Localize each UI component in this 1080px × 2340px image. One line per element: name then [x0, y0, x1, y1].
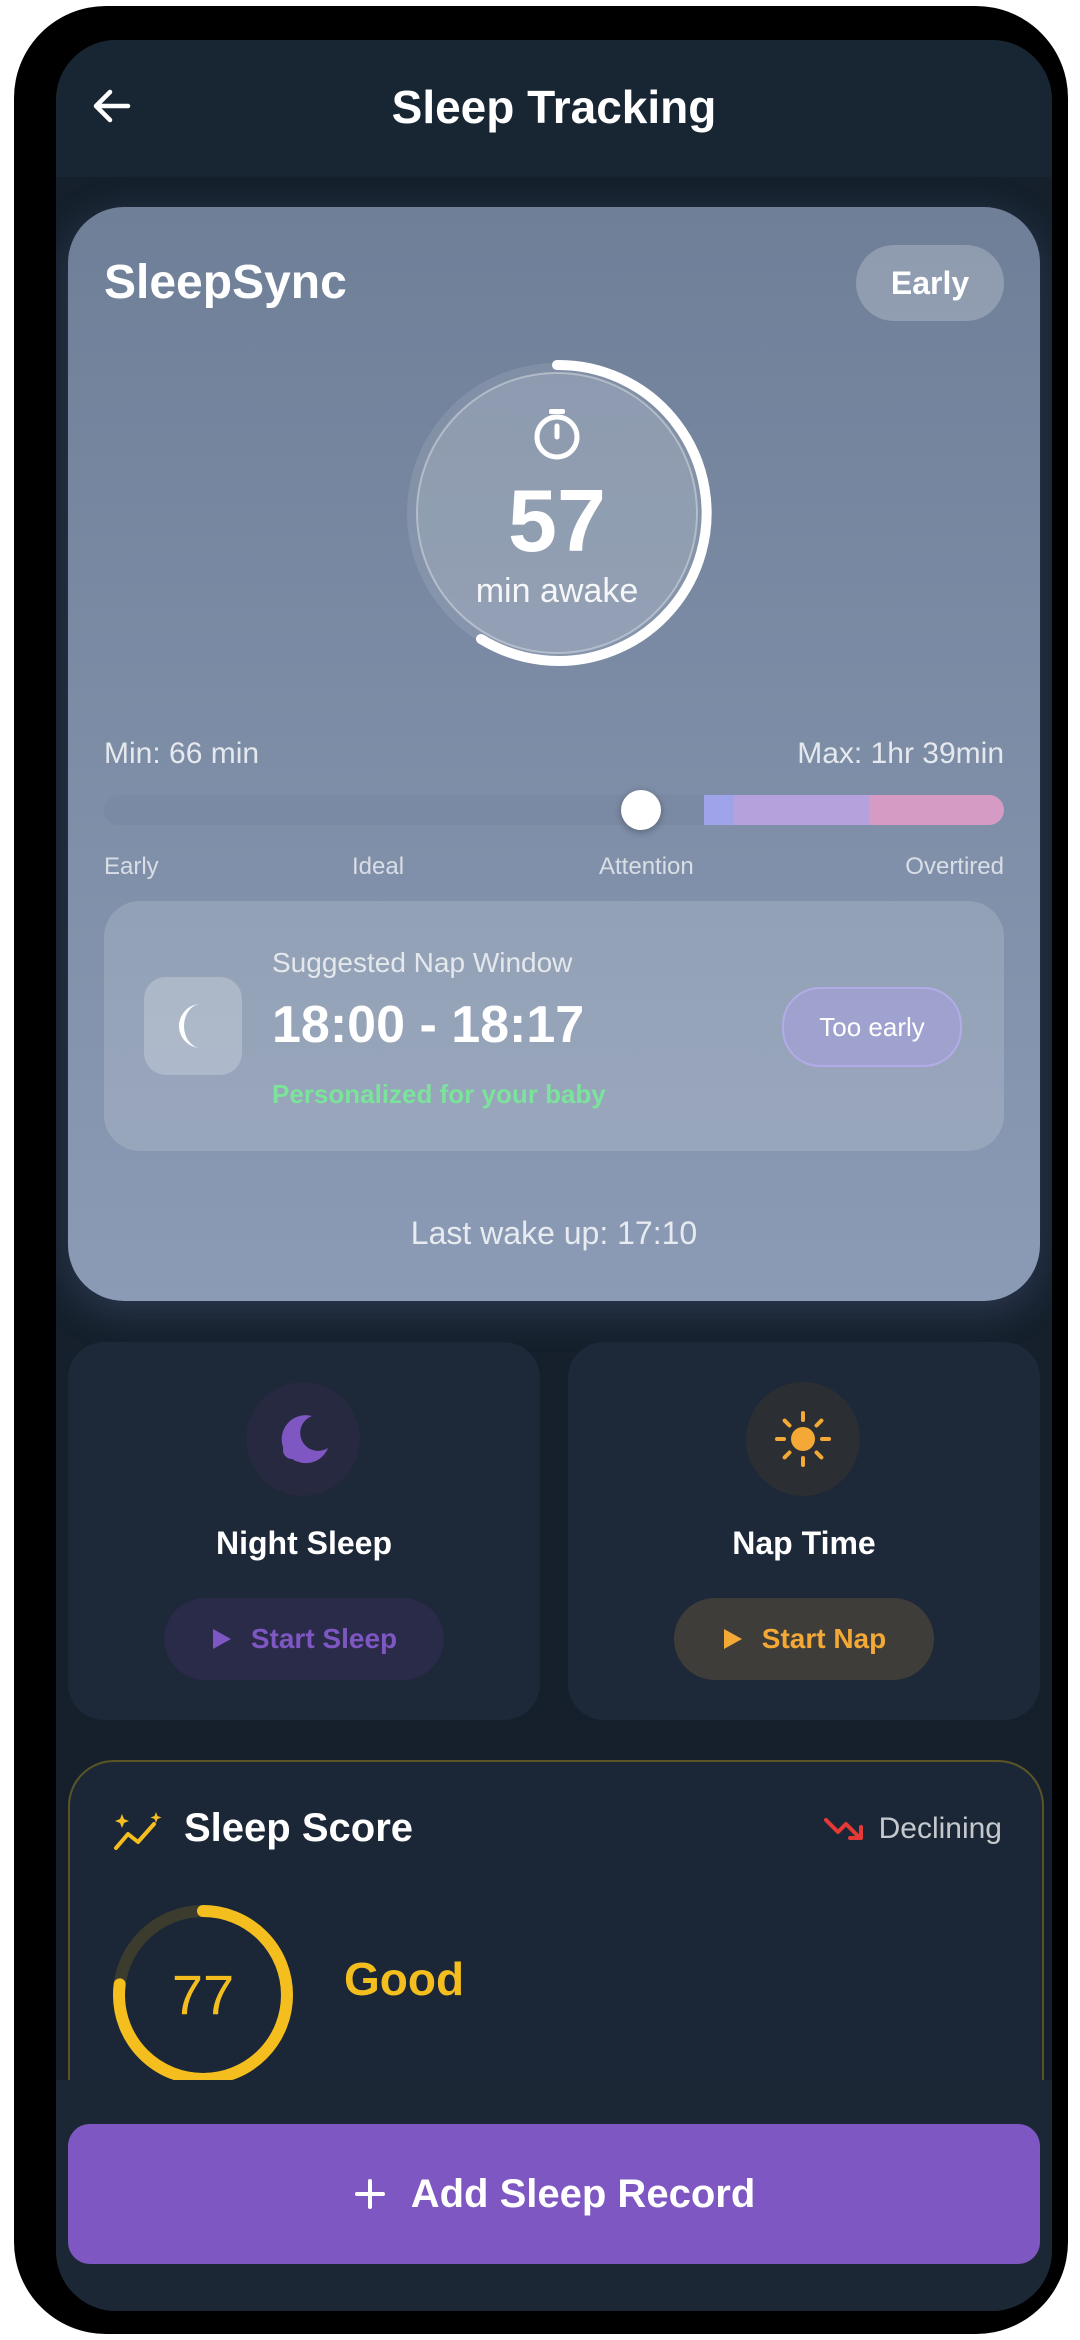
nap-window-note: Personalized for your baby — [272, 1079, 606, 1109]
score-value: 77 — [171, 1963, 235, 2026]
screen: Sleep Tracking SleepSync Early 57 min aw… — [56, 40, 1052, 2311]
start-nap-button[interactable]: Start Nap — [674, 1598, 934, 1680]
start-sleep-label: Start Sleep — [250, 1623, 398, 1654]
awake-minutes: 57 — [508, 471, 606, 570]
bar-attention-segment-2 — [734, 795, 869, 825]
awake-label: min awake — [475, 572, 639, 610]
nap-window-title: Suggested Nap Window — [272, 947, 573, 978]
zone-label-overtired: Overtired — [905, 853, 1004, 880]
max-window-label: Max: 1hr 39min — [797, 737, 1004, 770]
zone-labels: Early Ideal Attention Overtired — [104, 853, 1004, 883]
start-nap-label: Start Nap — [761, 1623, 887, 1654]
plus-icon — [354, 2179, 385, 2209]
add-sleep-record-label: Add Sleep Record — [410, 2171, 756, 2216]
state-badge: Early — [856, 245, 1004, 321]
app-header: Sleep Tracking — [56, 40, 1052, 177]
nap-time-title: Nap Time — [732, 1525, 876, 1561]
page-title: Sleep Tracking — [391, 81, 717, 133]
score-ring: 77 — [110, 1902, 296, 2088]
trend-label: Declining — [878, 1812, 1002, 1845]
nap-status-button[interactable]: Too early — [782, 987, 962, 1067]
stopwatch-icon — [534, 409, 580, 460]
crescent-moon-icon — [179, 1004, 201, 1048]
awake-timer: 57 min awake — [401, 357, 713, 669]
score-rating: Good — [344, 1953, 465, 2005]
brand-title: SleepSync — [104, 256, 347, 309]
bar-attention-segment — [704, 795, 734, 825]
start-sleep-button[interactable]: Start Sleep — [164, 1598, 444, 1680]
play-icon — [723, 1629, 742, 1649]
trend-indicator: Declining — [823, 1812, 1002, 1846]
nap-window-time: 18:00 - 18:17 — [272, 996, 585, 1054]
zone-label-early: Early — [104, 853, 159, 880]
sun-icon — [775, 1411, 831, 1467]
moon-tile — [144, 977, 242, 1075]
zone-label-ideal: Ideal — [352, 853, 405, 880]
night-sleep-title: Night Sleep — [215, 1525, 392, 1561]
wake-window-indicator[interactable] — [621, 790, 661, 830]
night-sleep-card: Night Sleep Start Sleep — [68, 1342, 540, 1720]
nap-time-icon-circle — [746, 1382, 860, 1496]
night-sleep-icon-circle — [246, 1382, 360, 1496]
device-frame: Sleep Tracking SleepSync Early 57 min aw… — [14, 6, 1068, 2334]
trending-down-icon — [823, 1818, 863, 1840]
play-icon — [212, 1629, 231, 1649]
last-wake-up: Last wake up: 17:10 — [410, 1215, 698, 1251]
wake-window-bar — [104, 795, 1004, 825]
nap-time-card: Nap Time Start Nap — [568, 1342, 1040, 1720]
sparkle-chart-icon — [114, 1812, 162, 1850]
sleep-tracker-card: SleepSync Early 57 min awake Min: 66 min… — [68, 207, 1040, 1301]
add-sleep-record-button[interactable]: Add Sleep Record — [68, 2124, 1040, 2264]
bar-overtired-segment — [869, 795, 1004, 825]
min-window-label: Min: 66 min — [104, 737, 260, 770]
sleep-score-title: Sleep Score — [184, 1806, 414, 1850]
zone-label-attention: Attention — [599, 853, 694, 880]
nap-window-box: Suggested Nap Window 18:00 - 18:17 Perso… — [104, 901, 1004, 1151]
moon-icon — [281, 1415, 328, 1464]
